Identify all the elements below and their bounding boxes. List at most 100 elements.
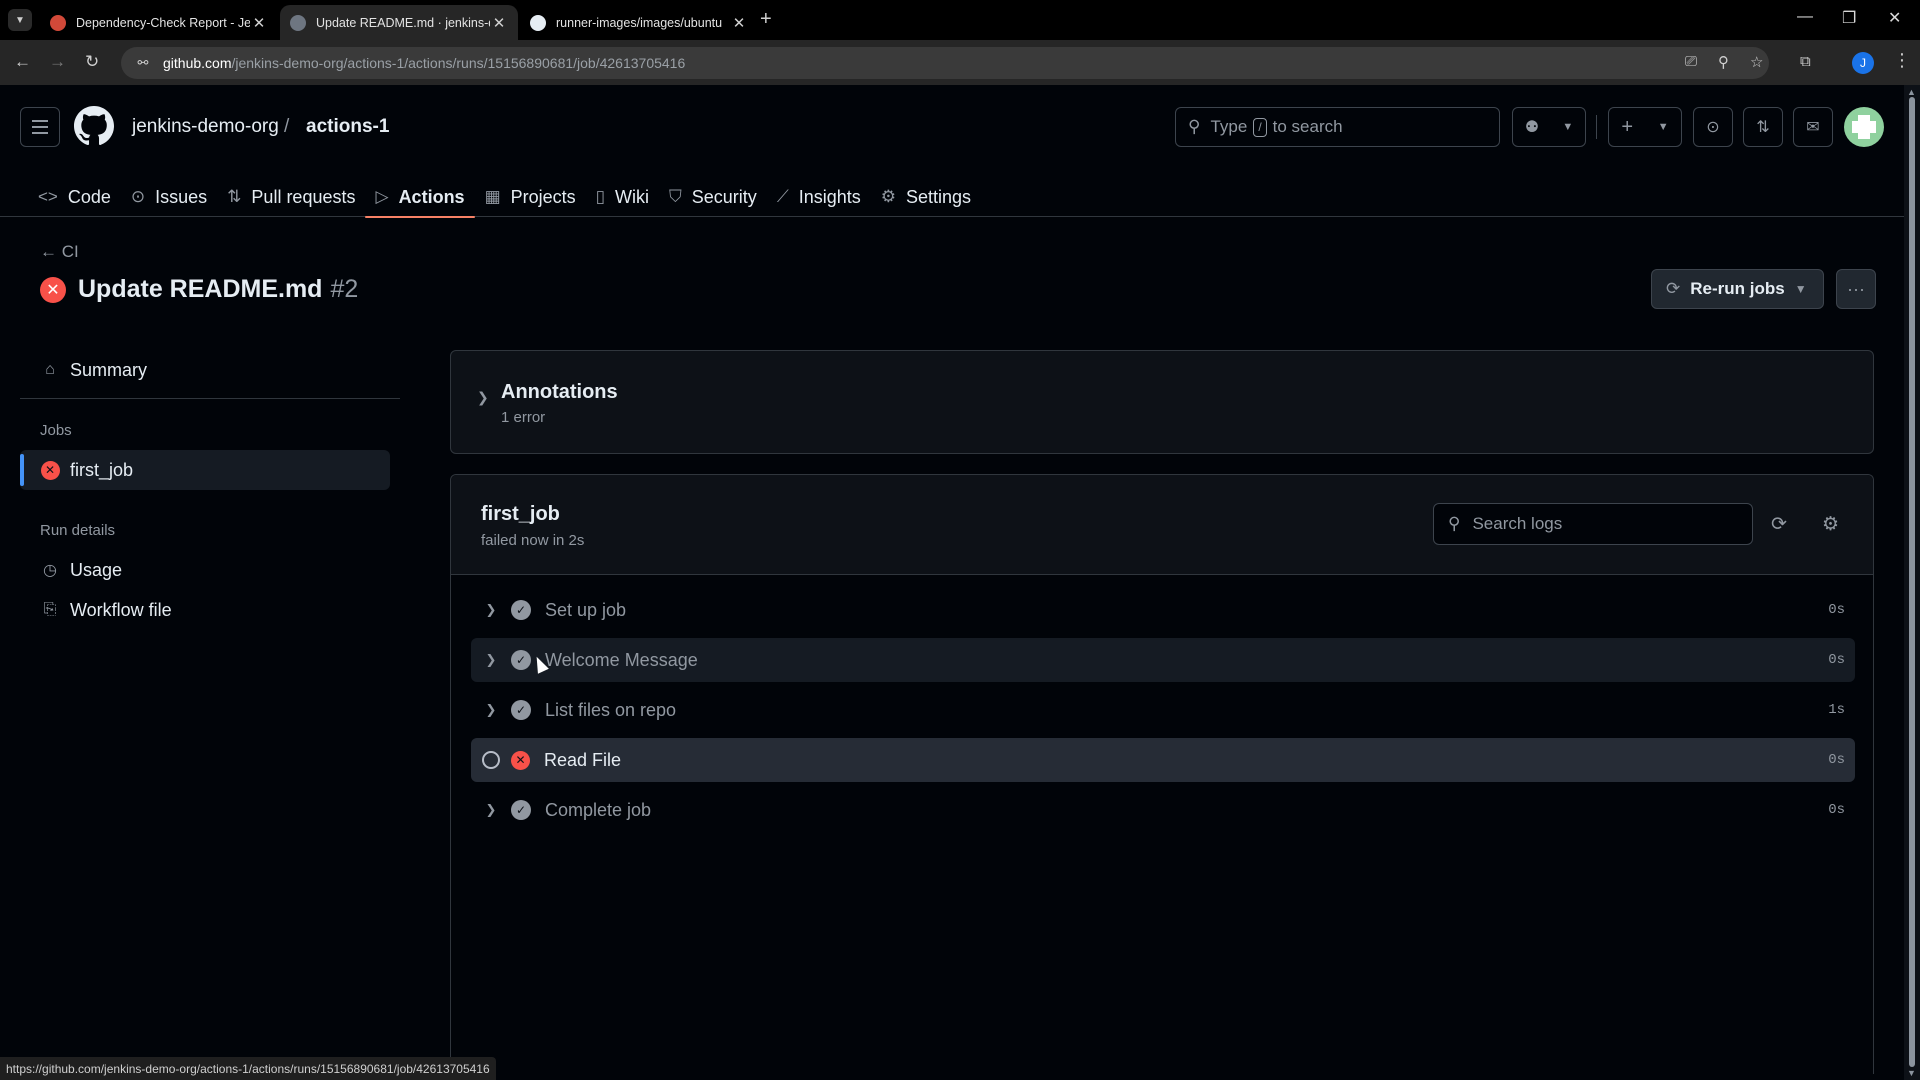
tab-title: runner-images/images/ubuntu: [556, 15, 723, 30]
pull-requests-button[interactable]: ⇅: [1743, 107, 1783, 147]
browser-tab-active[interactable]: Update README.md · jenkins-d ✕: [280, 5, 518, 40]
scrollbar-thumb[interactable]: [1909, 97, 1915, 1067]
minimize-icon[interactable]: —: [1797, 8, 1813, 26]
site-info-icon[interactable]: ⚯: [129, 55, 157, 71]
play-icon: ▷: [375, 187, 389, 206]
graph-icon: ⟋: [776, 187, 789, 206]
scroll-up-icon[interactable]: ▲: [1907, 87, 1916, 97]
jenkins-favicon-icon: [50, 14, 66, 31]
repo-nav-pull-requests[interactable]: ⇅ Pull requests: [217, 177, 365, 217]
chevron-down-icon: ▼: [1794, 282, 1807, 296]
sidebar-item-summary[interactable]: ⌂ Summary: [20, 350, 390, 390]
step-read-file[interactable]: ✕ Read File 0s: [471, 738, 1855, 782]
rerun-jobs-button[interactable]: ⟳ Re-run jobs ▼: [1651, 269, 1824, 309]
chevron-right-icon: ❯: [485, 802, 497, 817]
browser-tab[interactable]: Dependency-Check Report - Je ✕: [40, 5, 278, 40]
repo-nav-actions[interactable]: ▷ Actions: [365, 177, 475, 218]
new-tab-icon[interactable]: +: [760, 9, 772, 29]
hamburger-menu-icon[interactable]: [20, 107, 60, 147]
search-logs-input[interactable]: ⚲ Search logs: [1433, 503, 1753, 545]
browser-tabstrip: ▼ Dependency-Check Report - Je ✕ Update …: [0, 0, 1920, 40]
copilot-button[interactable]: ⚉ ▼: [1512, 107, 1586, 147]
step-welcome-message[interactable]: ❯ ✓ Welcome Message 0s: [471, 638, 1855, 682]
breadcrumb-repo[interactable]: actions-1: [306, 116, 389, 138]
sidebar-heading-jobs: Jobs: [40, 422, 72, 439]
page-scrollbar[interactable]: ▲ ▼: [1904, 85, 1920, 1080]
annotations-title: Annotations: [501, 381, 618, 403]
sidebar-item-first-job[interactable]: ✕ first_job: [20, 450, 390, 490]
annotations-panel[interactable]: ❯ Annotations 1 error: [450, 350, 1874, 454]
bookmark-star-icon[interactable]: ☆: [1750, 53, 1763, 71]
job-status: failed now in 2s: [481, 532, 585, 549]
gear-icon[interactable]: ⚙: [1822, 513, 1839, 536]
issues-button[interactable]: ⊙: [1693, 107, 1733, 147]
close-tab-icon[interactable]: ✕: [730, 14, 748, 32]
sync-icon: ⟳: [1666, 279, 1681, 298]
repo-nav: <> Code ⊙ Issues ⇅ Pull requests ▷ Actions ▦…: [28, 177, 981, 218]
more-options-button[interactable]: ···: [1836, 269, 1876, 309]
inbox-icon: ✉: [1806, 119, 1820, 136]
close-tab-icon[interactable]: ✕: [490, 14, 508, 32]
issue-icon: ⊙: [1706, 119, 1720, 136]
address-bar[interactable]: ⚯ github.com/jenkins-demo-org/actions-1/…: [121, 47, 1769, 79]
breadcrumb-separator: /: [284, 116, 290, 137]
close-window-icon[interactable]: ✕: [1888, 8, 1901, 28]
github-header: jenkins-demo-org / actions-1 ⚲ Type / to…: [0, 85, 1904, 218]
reload-icon[interactable]: ↻: [85, 52, 99, 72]
create-new-button[interactable]: + ▼: [1608, 107, 1682, 147]
breadcrumb-owner[interactable]: jenkins-demo-org: [132, 116, 279, 138]
sidebar-item-usage[interactable]: ◷ Usage: [20, 550, 390, 590]
copilot-icon: ⚉: [1524, 119, 1540, 136]
browser-profile-avatar[interactable]: J: [1852, 52, 1874, 74]
sidebar-item-workflow-file[interactable]: ⎘ Workflow file: [20, 590, 390, 630]
restore-icon[interactable]: ❐: [1842, 8, 1856, 28]
failure-x-icon: ✕: [40, 460, 60, 480]
github-favicon-icon: [530, 14, 546, 31]
browser-menu-icon[interactable]: ⋮: [1893, 50, 1911, 71]
tab-search-chevron-icon[interactable]: ▼: [8, 9, 32, 31]
tab-title: Update README.md · jenkins-d: [316, 15, 490, 30]
loading-spinner-icon: [471, 751, 511, 769]
user-avatar[interactable]: [1844, 107, 1884, 147]
sidebar-heading-run-details: Run details: [40, 522, 116, 539]
chevron-right-icon: ❯: [485, 702, 497, 717]
repo-nav-issues[interactable]: ⊙ Issues: [121, 177, 217, 217]
repo-nav-wiki[interactable]: ▯ Wiki: [586, 177, 659, 217]
link-status-bar: https://github.com/jenkins-demo-org/acti…: [0, 1057, 496, 1080]
job-log-panel: first_job failed now in 2s ⚲ Search logs…: [450, 474, 1874, 1074]
stopwatch-icon: ◷: [43, 562, 57, 579]
annotations-count: 1 error: [501, 409, 546, 426]
repo-nav-insights[interactable]: ⟋ Insights: [767, 177, 871, 217]
extensions-icon[interactable]: ⧉: [1800, 53, 1811, 70]
repo-nav-projects[interactable]: ▦ Projects: [475, 177, 586, 217]
inbox-button[interactable]: ✉: [1793, 107, 1833, 147]
shield-icon: ⛉: [669, 187, 682, 206]
file-code-icon: ⎘: [43, 601, 57, 618]
browser-tab[interactable]: runner-images/images/ubuntu ✕: [520, 5, 758, 40]
chevron-right-icon: ❯: [477, 389, 489, 405]
header-divider: [1596, 115, 1597, 139]
global-search-input[interactable]: ⚲ Type / to search: [1175, 107, 1500, 147]
github-favicon-icon: [290, 14, 306, 31]
repo-nav-code[interactable]: <> Code: [28, 177, 121, 217]
arrow-left-icon: ←: [40, 242, 57, 261]
issue-icon: ⊙: [130, 187, 146, 206]
close-tab-icon[interactable]: ✕: [250, 14, 268, 32]
zoom-icon[interactable]: ⚲: [1718, 53, 1729, 71]
back-to-workflow-link[interactable]: ← CI: [40, 242, 79, 262]
back-arrow-icon[interactable]: ←: [14, 52, 31, 72]
repo-nav-settings[interactable]: ⚙ Settings: [871, 177, 981, 217]
refresh-icon[interactable]: ⟳: [1771, 513, 1787, 536]
plus-icon: +: [1621, 115, 1634, 138]
pull-request-icon: ⇅: [227, 187, 242, 206]
step-list-files-on-repo[interactable]: ❯ ✓ List files on repo 1s: [471, 688, 1855, 732]
forward-arrow-icon[interactable]: →: [49, 52, 66, 72]
install-app-icon[interactable]: ⎚: [1685, 53, 1697, 70]
slash-key-hint: /: [1253, 117, 1267, 137]
step-set-up-job[interactable]: ❯ ✓ Set up job 0s: [471, 588, 1855, 632]
book-icon: ▯: [595, 187, 606, 206]
github-logo-icon[interactable]: [74, 106, 114, 146]
repo-nav-security[interactable]: ⛉ Security: [659, 177, 767, 217]
step-complete-job[interactable]: ❯ ✓ Complete job 0s: [471, 788, 1855, 832]
scroll-down-icon[interactable]: ▼: [1907, 1068, 1916, 1078]
